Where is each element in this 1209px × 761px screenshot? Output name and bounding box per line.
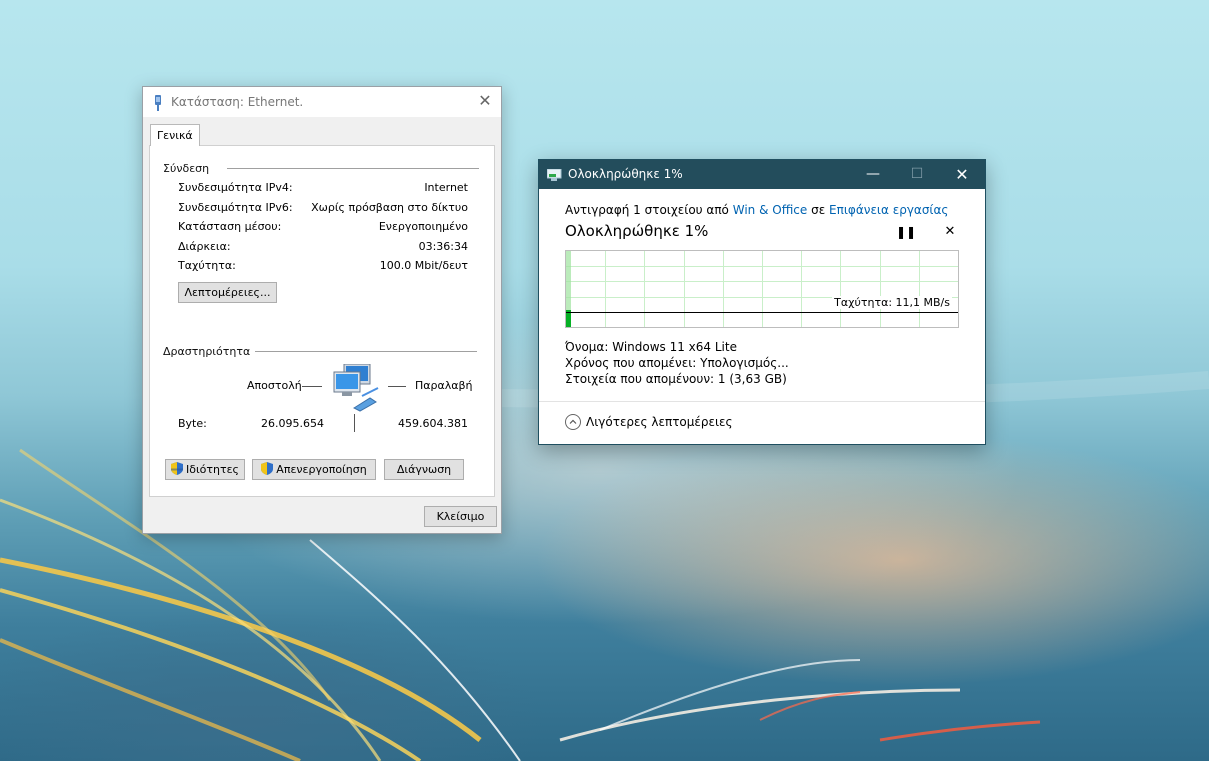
details-button[interactable]: Λεπτομέρειες... <box>178 282 277 303</box>
window-title: Κατάσταση: Ethernet. <box>171 95 304 109</box>
received-line <box>388 386 406 387</box>
chevron-up-icon <box>565 414 581 430</box>
ipv6-label: Συνδεσιμότητα IPv6: <box>178 201 293 214</box>
bytes-divider <box>354 414 355 432</box>
destination-link[interactable]: Επιφάνεια εργασίας <box>829 203 948 217</box>
close-icon[interactable]: ✕ <box>477 93 493 109</box>
fewer-details-button[interactable]: Λιγότερες λεπτομέρειες <box>565 414 733 434</box>
close-button[interactable]: Κλείσιμο <box>424 506 497 527</box>
time-label: Χρόνος που απομένει: <box>565 356 697 370</box>
speed-label: Ταχύτητα: <box>178 259 236 272</box>
properties-label: Ιδιότητες <box>185 463 240 476</box>
source-link[interactable]: Win & Office <box>733 203 808 217</box>
disable-button[interactable]: Απενεργοποίηση <box>252 459 376 480</box>
received-label: Παραλαβή <box>415 379 473 392</box>
uac-shield-icon <box>261 462 274 475</box>
disable-label: Απενεργοποίηση <box>276 463 367 476</box>
media-state-value: Ενεργοποιημένο <box>378 220 468 233</box>
close-icon[interactable]: ✕ <box>939 160 985 189</box>
diagnose-button[interactable]: Διάγνωση <box>384 459 464 480</box>
progress-heading: Ολοκληρώθηκε 1% <box>565 222 709 240</box>
activity-group-header: Δραστηριότητα <box>163 345 251 358</box>
bytes-received: 459.604.381 <box>398 417 468 430</box>
ipv4-label: Συνδεσιμότητα IPv4: <box>178 181 293 194</box>
items-label: Στοιχεία που απομένουν: <box>565 372 715 386</box>
time-remaining-row: Χρόνος που απομένει: Υπολογισμός... <box>565 356 789 370</box>
divider <box>539 401 985 402</box>
general-panel: Σύνδεση Συνδεσιμότητα IPv4: Internet Συν… <box>149 145 495 497</box>
fewer-details-label: Λιγότερες λεπτομέρειες <box>586 415 733 429</box>
pause-icon[interactable]: ❚❚ <box>896 224 916 240</box>
bytes-label: Byte: <box>178 417 207 430</box>
ethernet-status-dialog: Κατάσταση: Ethernet. ✕ Γενικά Σύνδεση Συ… <box>142 86 502 534</box>
name-value: Windows 11 x64 Lite <box>612 340 737 354</box>
copy-progress-icon <box>547 169 562 181</box>
copy-prefix: Αντιγραφή 1 στοιχείου από <box>565 203 729 217</box>
copy-progress-dialog: Ολοκληρώθηκε 1% — ☐ ✕ Αντιγραφή 1 στοιχε… <box>538 159 986 445</box>
ipv4-value: Internet <box>424 181 468 194</box>
group-divider <box>255 351 477 352</box>
network-adapter-icon <box>155 95 161 111</box>
connection-group-header: Σύνδεση <box>163 162 210 175</box>
ipv6-value: Χωρίς πρόσβαση στο δίκτυο <box>311 201 468 214</box>
name-label: Όνομα: <box>565 340 609 354</box>
title-bar[interactable]: Ολοκληρώθηκε 1% — ☐ ✕ <box>539 160 985 189</box>
window-title: Ολοκληρώθηκε 1% <box>568 167 683 181</box>
group-divider <box>227 168 479 169</box>
sent-label: Αποστολή <box>247 379 302 392</box>
copy-description: Αντιγραφή 1 στοιχείου από Win & Office σ… <box>565 203 948 217</box>
items-value: 1 (3,63 GB) <box>717 372 787 386</box>
time-value: Υπολογισμός... <box>700 356 789 370</box>
to-word: σε <box>811 203 826 217</box>
maximize-icon: ☐ <box>910 166 924 182</box>
name-row: Όνομα: Windows 11 x64 Lite <box>565 340 737 354</box>
duration-value: 03:36:34 <box>418 240 468 253</box>
properties-button[interactable]: Ιδιότητες <box>165 459 245 480</box>
sent-line <box>302 386 322 387</box>
items-remaining-row: Στοιχεία που απομένουν: 1 (3,63 GB) <box>565 372 787 386</box>
speed-readout: Ταχύτητα: 11,1 MB/s <box>832 296 952 309</box>
speed-graph-grid <box>566 251 958 327</box>
bytes-sent: 26.095.654 <box>261 417 324 430</box>
uac-shield-icon <box>170 462 183 475</box>
media-state-label: Κατάσταση μέσου: <box>178 220 282 233</box>
speed-value: 100.0 Mbit/δευτ <box>379 259 468 272</box>
cancel-icon[interactable]: ✕ <box>942 224 958 240</box>
network-computers-icon <box>333 364 379 412</box>
transfer-speed-graph: Ταχύτητα: 11,1 MB/s <box>565 250 959 328</box>
title-bar[interactable]: Κατάσταση: Ethernet. ✕ <box>143 87 501 117</box>
duration-label: Διάρκεια: <box>178 240 231 253</box>
tab-general[interactable]: Γενικά <box>150 124 200 146</box>
minimize-icon[interactable]: — <box>850 160 896 189</box>
